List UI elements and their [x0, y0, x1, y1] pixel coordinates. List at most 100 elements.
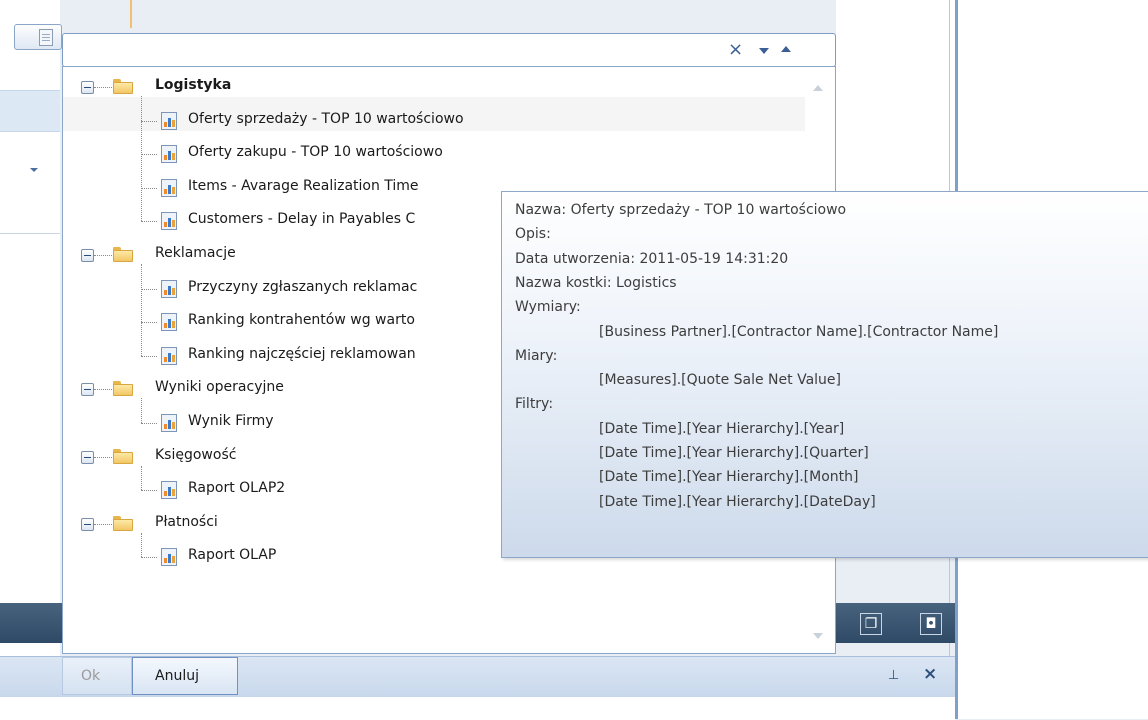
report-chart-icon — [161, 346, 177, 365]
chart-bar — [172, 119, 175, 127]
tree-folder-label[interactable]: Wyniki operacyjne — [155, 379, 284, 395]
report-chart-icon — [161, 279, 177, 298]
tree-item-label[interactable]: Customers - Delay in Payables C — [188, 211, 415, 227]
tree-item-label[interactable]: Wynik Firmy — [188, 413, 274, 429]
tree-collapse-icon[interactable] — [81, 450, 94, 464]
folder-body — [113, 250, 133, 262]
tooltip-line: Data utworzenia: 2011-05-19 14:31:20 — [515, 250, 789, 267]
chart-bar — [168, 151, 171, 161]
tooltip-line: Miary: — [515, 347, 558, 364]
tree-connector — [94, 456, 114, 458]
chart-bar — [164, 289, 167, 295]
scroll-up-icon[interactable] — [813, 85, 823, 91]
background-dropdown-arrow-icon[interactable] — [30, 168, 38, 172]
chart-bar — [164, 188, 167, 194]
tree-connector — [141, 120, 157, 122]
tree-collapse-icon[interactable] — [81, 249, 94, 262]
chart-bar — [164, 121, 167, 127]
chart-bar — [172, 422, 175, 429]
tree-item-label[interactable]: Ranking kontrahentów wg warto — [188, 312, 415, 328]
chart-bar — [168, 285, 171, 295]
chart-bar — [168, 218, 171, 228]
report-chart-icon — [161, 414, 177, 432]
tree-connector — [141, 557, 157, 559]
tree-folder-label[interactable]: Reklamacje — [155, 245, 236, 261]
tree-connector — [141, 264, 142, 356]
chart-bar — [168, 319, 171, 329]
chart-bar — [164, 491, 167, 497]
chart-bar — [164, 356, 167, 362]
tooltip-line: [Date Time].[Year Hierarchy].[Month] — [599, 469, 859, 486]
chart-bar — [172, 321, 175, 329]
report-chart-icon — [161, 145, 177, 164]
tree-item-label[interactable]: Przyczyny zgłaszanych reklamac — [188, 279, 417, 295]
chart-bar — [168, 420, 171, 429]
report-chart-icon — [161, 481, 177, 500]
chart-bar — [172, 354, 175, 362]
document-icon — [39, 29, 53, 46]
tree-item-label[interactable]: Raport OLAP2 — [188, 480, 285, 496]
scroll-down-icon[interactable] — [813, 633, 823, 639]
ok-button[interactable]: Ok — [62, 657, 132, 695]
chart-bar — [164, 155, 167, 161]
tree-connector — [141, 96, 142, 222]
chevron-down-icon[interactable] — [759, 48, 769, 54]
chart-bar — [168, 184, 171, 194]
tooltip-line: Opis: — [515, 226, 551, 243]
chart-bar — [168, 117, 171, 127]
tree-item-label[interactable]: Oferty zakupu - TOP 10 wartościowo — [188, 144, 443, 160]
report-details-tooltip: Nazwa: Oferty sprzedaży - TOP 10 wartośc… — [501, 191, 1148, 558]
tree-folder-label[interactable]: Księgowość — [155, 447, 236, 463]
tooltip-line: [Date Time].[Year Hierarchy].[Quarter] — [599, 445, 869, 461]
report-picker-button[interactable] — [14, 24, 62, 50]
chevron-up-icon[interactable] — [781, 46, 791, 52]
panel-close-icon[interactable]: × — [923, 664, 937, 684]
chart-bar — [168, 554, 171, 564]
tooltip-line: Nazwa kostki: Logistics — [515, 274, 677, 291]
tree-connector — [94, 255, 114, 256]
tree-connector — [141, 221, 157, 223]
background-panel-body — [0, 696, 955, 720]
report-chart-icon — [161, 313, 177, 332]
folder-body — [113, 518, 133, 531]
folder-icon — [113, 448, 133, 464]
tree-collapse-icon[interactable] — [81, 81, 94, 94]
background-white-area — [836, 0, 956, 195]
tree-connector — [94, 87, 114, 88]
close-icon[interactable]: × — [728, 39, 743, 60]
tree-connector — [141, 490, 157, 492]
folder-icon — [113, 515, 133, 531]
folder-icon — [113, 247, 133, 262]
chart-bar — [172, 287, 175, 295]
maximize-window-icon[interactable]: ◘ — [920, 613, 942, 635]
chart-bar — [168, 487, 171, 497]
chart-bar — [164, 424, 167, 429]
report-chart-icon — [161, 178, 177, 197]
tree-item-label[interactable]: Items - Avarage Realization Time — [188, 178, 419, 194]
tree-collapse-icon[interactable] — [81, 383, 94, 397]
restore-window-icon[interactable]: ❐ — [860, 613, 882, 635]
chart-bar — [172, 489, 175, 497]
tooltip-line: [Date Time].[Year Hierarchy].[Year] — [599, 420, 845, 437]
report-chart-icon — [161, 111, 177, 130]
report-combo-box[interactable]: × — [62, 33, 836, 67]
tree-item-label[interactable]: Oferty sprzedaży - TOP 10 wartościowo — [188, 111, 464, 127]
tooltip-line: Nazwa: Oferty sprzedaży - TOP 10 wartośc… — [515, 202, 847, 218]
tooltip-line: Wymiary: — [515, 299, 581, 316]
tree-item-label[interactable]: Ranking najczęściej reklamowan — [188, 346, 416, 362]
pin-icon[interactable]: ⊥ — [888, 668, 899, 683]
chart-bar — [172, 220, 175, 228]
tree-collapse-icon[interactable] — [81, 517, 94, 531]
tree-item-label[interactable]: Raport OLAP — [188, 547, 276, 563]
tooltip-line: Filtry: — [515, 396, 554, 413]
folder-body — [113, 82, 133, 94]
tree-connector — [141, 154, 157, 156]
chart-bar — [164, 323, 167, 329]
cancel-button[interactable]: Anuluj — [132, 657, 238, 695]
folder-icon — [113, 381, 133, 397]
chart-bar — [172, 186, 175, 194]
tree-folder-label[interactable]: Płatności — [155, 514, 218, 530]
tree-connector — [141, 532, 142, 558]
tree-folder-label[interactable]: Logistyka — [155, 77, 231, 93]
tooltip-line: [Date Time].[Year Hierarchy].[DateDay] — [599, 493, 876, 510]
